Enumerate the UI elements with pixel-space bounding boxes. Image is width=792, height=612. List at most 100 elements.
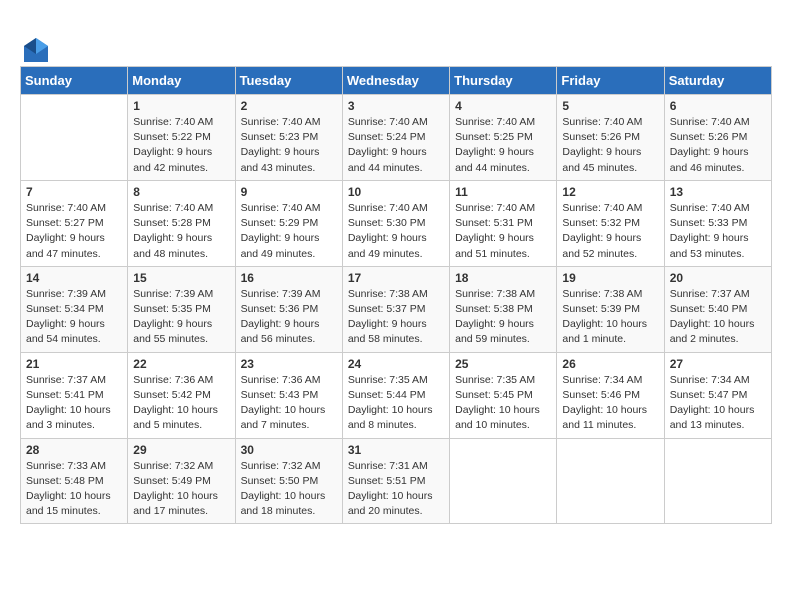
day-info: Sunrise: 7:31 AMSunset: 5:51 PMDaylight:… xyxy=(348,459,444,520)
calendar-cell: 19 Sunrise: 7:38 AMSunset: 5:39 PMDayligh… xyxy=(557,266,664,352)
calendar-cell: 28 Sunrise: 7:33 AMSunset: 5:48 PMDayligh… xyxy=(21,438,128,524)
weekday-header-saturday: Saturday xyxy=(664,67,771,95)
day-number: 6 xyxy=(670,99,766,113)
day-info: Sunrise: 7:34 AMSunset: 5:46 PMDaylight:… xyxy=(562,373,658,434)
weekday-header-row: SundayMondayTuesdayWednesdayThursdayFrid… xyxy=(21,67,772,95)
calendar-cell xyxy=(450,438,557,524)
day-info: Sunrise: 7:40 AMSunset: 5:33 PMDaylight:… xyxy=(670,201,766,262)
day-info: Sunrise: 7:36 AMSunset: 5:42 PMDaylight:… xyxy=(133,373,229,434)
day-info: Sunrise: 7:38 AMSunset: 5:39 PMDaylight:… xyxy=(562,287,658,348)
day-number: 2 xyxy=(241,99,337,113)
day-info: Sunrise: 7:40 AMSunset: 5:25 PMDaylight:… xyxy=(455,115,551,176)
calendar-week-4: 21 Sunrise: 7:37 AMSunset: 5:41 PMDayligh… xyxy=(21,352,772,438)
day-number: 15 xyxy=(133,271,229,285)
day-info: Sunrise: 7:37 AMSunset: 5:40 PMDaylight:… xyxy=(670,287,766,348)
weekday-header-friday: Friday xyxy=(557,67,664,95)
calendar-cell: 6 Sunrise: 7:40 AMSunset: 5:26 PMDaylight… xyxy=(664,95,771,181)
day-number: 8 xyxy=(133,185,229,199)
day-number: 1 xyxy=(133,99,229,113)
day-number: 25 xyxy=(455,357,551,371)
day-info: Sunrise: 7:33 AMSunset: 5:48 PMDaylight:… xyxy=(26,459,122,520)
calendar-cell xyxy=(664,438,771,524)
day-number: 30 xyxy=(241,443,337,457)
calendar-week-3: 14 Sunrise: 7:39 AMSunset: 5:34 PMDayligh… xyxy=(21,266,772,352)
calendar-week-2: 7Sunrise: 7:40 AMSunset: 5:27 PMDaylight… xyxy=(21,180,772,266)
day-info: Sunrise: 7:40 AMSunset: 5:27 PMDaylight:… xyxy=(26,201,122,262)
day-info: Sunrise: 7:37 AMSunset: 5:41 PMDaylight:… xyxy=(26,373,122,434)
calendar-cell: 10Sunrise: 7:40 AMSunset: 5:30 PMDayligh… xyxy=(342,180,449,266)
day-info: Sunrise: 7:40 AMSunset: 5:31 PMDaylight:… xyxy=(455,201,551,262)
calendar-cell: 24 Sunrise: 7:35 AMSunset: 5:44 PMDayligh… xyxy=(342,352,449,438)
day-number: 14 xyxy=(26,271,122,285)
calendar-cell: 12 Sunrise: 7:40 AMSunset: 5:32 PMDayligh… xyxy=(557,180,664,266)
day-info: Sunrise: 7:39 AMSunset: 5:34 PMDaylight:… xyxy=(26,287,122,348)
day-info: Sunrise: 7:40 AMSunset: 5:28 PMDaylight:… xyxy=(133,201,229,262)
calendar-cell: 7Sunrise: 7:40 AMSunset: 5:27 PMDaylight… xyxy=(21,180,128,266)
weekday-header-tuesday: Tuesday xyxy=(235,67,342,95)
calendar-cell: 20Sunrise: 7:37 AMSunset: 5:40 PMDayligh… xyxy=(664,266,771,352)
day-info: Sunrise: 7:40 AMSunset: 5:24 PMDaylight:… xyxy=(348,115,444,176)
day-info: Sunrise: 7:35 AMSunset: 5:45 PMDaylight:… xyxy=(455,373,551,434)
day-info: Sunrise: 7:39 AMSunset: 5:35 PMDaylight:… xyxy=(133,287,229,348)
day-info: Sunrise: 7:35 AMSunset: 5:44 PMDaylight:… xyxy=(348,373,444,434)
calendar-week-1: 1 Sunrise: 7:40 AMSunset: 5:22 PMDaylight… xyxy=(21,95,772,181)
day-info: Sunrise: 7:40 AMSunset: 5:32 PMDaylight:… xyxy=(562,201,658,262)
day-number: 28 xyxy=(26,443,122,457)
day-number: 21 xyxy=(26,357,122,371)
day-info: Sunrise: 7:38 AMSunset: 5:37 PMDaylight:… xyxy=(348,287,444,348)
calendar-cell xyxy=(21,95,128,181)
day-info: Sunrise: 7:40 AMSunset: 5:23 PMDaylight:… xyxy=(241,115,337,176)
day-number: 24 xyxy=(348,357,444,371)
calendar-cell: 3 Sunrise: 7:40 AMSunset: 5:24 PMDaylight… xyxy=(342,95,449,181)
calendar-cell: 27Sunrise: 7:34 AMSunset: 5:47 PMDayligh… xyxy=(664,352,771,438)
day-number: 9 xyxy=(241,185,337,199)
logo-icon xyxy=(20,34,52,66)
day-number: 31 xyxy=(348,443,444,457)
calendar-cell: 11 Sunrise: 7:40 AMSunset: 5:31 PMDayligh… xyxy=(450,180,557,266)
day-number: 4 xyxy=(455,99,551,113)
day-info: Sunrise: 7:32 AMSunset: 5:50 PMDaylight:… xyxy=(241,459,337,520)
day-number: 19 xyxy=(562,271,658,285)
day-number: 22 xyxy=(133,357,229,371)
day-number: 12 xyxy=(562,185,658,199)
day-info: Sunrise: 7:36 AMSunset: 5:43 PMDaylight:… xyxy=(241,373,337,434)
weekday-header-monday: Monday xyxy=(128,67,235,95)
calendar-cell: 23 Sunrise: 7:36 AMSunset: 5:43 PMDayligh… xyxy=(235,352,342,438)
calendar-cell: 5 Sunrise: 7:40 AMSunset: 5:26 PMDaylight… xyxy=(557,95,664,181)
calendar-cell: 25 Sunrise: 7:35 AMSunset: 5:45 PMDayligh… xyxy=(450,352,557,438)
day-info: Sunrise: 7:39 AMSunset: 5:36 PMDaylight:… xyxy=(241,287,337,348)
weekday-header-thursday: Thursday xyxy=(450,67,557,95)
day-info: Sunrise: 7:40 AMSunset: 5:30 PMDaylight:… xyxy=(348,201,444,262)
calendar-cell: 29Sunrise: 7:32 AMSunset: 5:49 PMDayligh… xyxy=(128,438,235,524)
page-header xyxy=(20,30,772,66)
calendar-cell: 15 Sunrise: 7:39 AMSunset: 5:35 PMDayligh… xyxy=(128,266,235,352)
day-number: 18 xyxy=(455,271,551,285)
calendar-cell: 8 Sunrise: 7:40 AMSunset: 5:28 PMDaylight… xyxy=(128,180,235,266)
day-number: 5 xyxy=(562,99,658,113)
day-info: Sunrise: 7:40 AMSunset: 5:26 PMDaylight:… xyxy=(670,115,766,176)
day-number: 16 xyxy=(241,271,337,285)
weekday-header-sunday: Sunday xyxy=(21,67,128,95)
calendar-cell: 30 Sunrise: 7:32 AMSunset: 5:50 PMDayligh… xyxy=(235,438,342,524)
day-number: 23 xyxy=(241,357,337,371)
calendar-cell: 26 Sunrise: 7:34 AMSunset: 5:46 PMDayligh… xyxy=(557,352,664,438)
calendar-cell: 1 Sunrise: 7:40 AMSunset: 5:22 PMDaylight… xyxy=(128,95,235,181)
day-number: 3 xyxy=(348,99,444,113)
calendar-cell: 13Sunrise: 7:40 AMSunset: 5:33 PMDayligh… xyxy=(664,180,771,266)
day-number: 11 xyxy=(455,185,551,199)
day-info: Sunrise: 7:32 AMSunset: 5:49 PMDaylight:… xyxy=(133,459,229,520)
calendar-table: SundayMondayTuesdayWednesdayThursdayFrid… xyxy=(20,66,772,524)
calendar-cell: 4 Sunrise: 7:40 AMSunset: 5:25 PMDaylight… xyxy=(450,95,557,181)
calendar-cell: 14 Sunrise: 7:39 AMSunset: 5:34 PMDayligh… xyxy=(21,266,128,352)
day-number: 17 xyxy=(348,271,444,285)
day-info: Sunrise: 7:40 AMSunset: 5:29 PMDaylight:… xyxy=(241,201,337,262)
calendar-cell: 17 Sunrise: 7:38 AMSunset: 5:37 PMDayligh… xyxy=(342,266,449,352)
calendar-week-5: 28 Sunrise: 7:33 AMSunset: 5:48 PMDayligh… xyxy=(21,438,772,524)
calendar-cell: 9 Sunrise: 7:40 AMSunset: 5:29 PMDaylight… xyxy=(235,180,342,266)
calendar-cell: 21 Sunrise: 7:37 AMSunset: 5:41 PMDayligh… xyxy=(21,352,128,438)
day-info: Sunrise: 7:34 AMSunset: 5:47 PMDaylight:… xyxy=(670,373,766,434)
day-number: 26 xyxy=(562,357,658,371)
day-info: Sunrise: 7:40 AMSunset: 5:26 PMDaylight:… xyxy=(562,115,658,176)
day-info: Sunrise: 7:40 AMSunset: 5:22 PMDaylight:… xyxy=(133,115,229,176)
calendar-cell: 22 Sunrise: 7:36 AMSunset: 5:42 PMDayligh… xyxy=(128,352,235,438)
